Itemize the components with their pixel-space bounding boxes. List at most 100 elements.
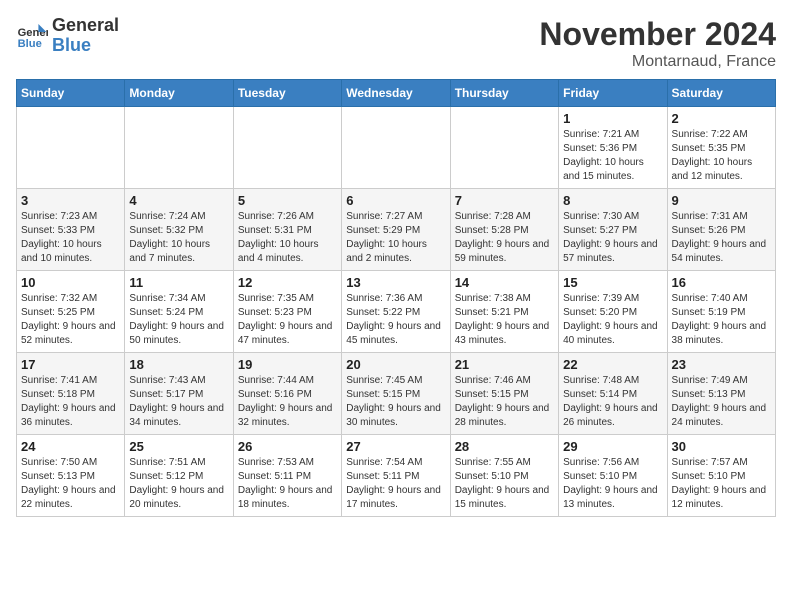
- day-number: 17: [21, 357, 120, 372]
- weekday-header-wednesday: Wednesday: [342, 80, 450, 107]
- location-subtitle: Montarnaud, France: [539, 53, 776, 71]
- day-number: 14: [455, 275, 554, 290]
- day-info: Sunrise: 7:30 AM Sunset: 5:27 PM Dayligh…: [563, 210, 662, 266]
- day-number: 18: [129, 357, 228, 372]
- logo-text: General Blue: [52, 16, 119, 56]
- day-info: Sunrise: 7:41 AM Sunset: 5:18 PM Dayligh…: [21, 374, 120, 430]
- weekday-header-monday: Monday: [125, 80, 233, 107]
- weekday-header-sunday: Sunday: [17, 80, 125, 107]
- calendar-table: SundayMondayTuesdayWednesdayThursdayFrid…: [16, 79, 776, 517]
- day-number: 4: [129, 193, 228, 208]
- day-number: 22: [563, 357, 662, 372]
- day-info: Sunrise: 7:44 AM Sunset: 5:16 PM Dayligh…: [238, 374, 337, 430]
- day-info: Sunrise: 7:45 AM Sunset: 5:15 PM Dayligh…: [346, 374, 445, 430]
- day-number: 10: [21, 275, 120, 290]
- week-row-2: 3 Sunrise: 7:23 AM Sunset: 5:33 PM Daylig…: [17, 189, 776, 271]
- week-row-4: 17 Sunrise: 7:41 AM Sunset: 5:18 PM Dayli…: [17, 353, 776, 435]
- calendar-cell: 16 Sunrise: 7:40 AM Sunset: 5:19 PM Dayli…: [667, 271, 775, 353]
- day-number: 11: [129, 275, 228, 290]
- day-number: 12: [238, 275, 337, 290]
- day-info: Sunrise: 7:46 AM Sunset: 5:15 PM Dayligh…: [455, 374, 554, 430]
- weekday-header-tuesday: Tuesday: [233, 80, 341, 107]
- day-number: 7: [455, 193, 554, 208]
- calendar-cell: 20 Sunrise: 7:45 AM Sunset: 5:15 PM Dayli…: [342, 353, 450, 435]
- calendar-cell: 18 Sunrise: 7:43 AM Sunset: 5:17 PM Dayli…: [125, 353, 233, 435]
- day-number: 2: [672, 111, 771, 126]
- day-number: 25: [129, 439, 228, 454]
- day-info: Sunrise: 7:26 AM Sunset: 5:31 PM Dayligh…: [238, 210, 337, 266]
- day-info: Sunrise: 7:53 AM Sunset: 5:11 PM Dayligh…: [238, 456, 337, 512]
- calendar-cell: 27 Sunrise: 7:54 AM Sunset: 5:11 PM Dayli…: [342, 435, 450, 517]
- day-info: Sunrise: 7:50 AM Sunset: 5:13 PM Dayligh…: [21, 456, 120, 512]
- calendar-cell: 14 Sunrise: 7:38 AM Sunset: 5:21 PM Dayli…: [450, 271, 558, 353]
- day-number: 6: [346, 193, 445, 208]
- calendar-cell: 25Sunrise: 7:51 AM Sunset: 5:12 PM Dayli…: [125, 435, 233, 517]
- day-info: Sunrise: 7:56 AM Sunset: 5:10 PM Dayligh…: [563, 456, 662, 512]
- calendar-cell: 19 Sunrise: 7:44 AM Sunset: 5:16 PM Dayli…: [233, 353, 341, 435]
- day-info: Sunrise: 7:36 AM Sunset: 5:22 PM Dayligh…: [346, 292, 445, 348]
- day-number: 5: [238, 193, 337, 208]
- day-info: Sunrise: 7:40 AM Sunset: 5:19 PM Dayligh…: [672, 292, 771, 348]
- weekday-header-row: SundayMondayTuesdayWednesdayThursdayFrid…: [17, 80, 776, 107]
- day-info: Sunrise: 7:43 AM Sunset: 5:17 PM Dayligh…: [129, 374, 228, 430]
- calendar-cell: 29Sunrise: 7:56 AM Sunset: 5:10 PM Dayli…: [559, 435, 667, 517]
- calendar-cell: [450, 107, 558, 189]
- day-info: Sunrise: 7:22 AM Sunset: 5:35 PM Dayligh…: [672, 128, 771, 184]
- day-info: Sunrise: 7:57 AM Sunset: 5:10 PM Dayligh…: [672, 456, 771, 512]
- day-number: 21: [455, 357, 554, 372]
- day-info: Sunrise: 7:32 AM Sunset: 5:25 PM Dayligh…: [21, 292, 120, 348]
- svg-text:General: General: [18, 27, 48, 39]
- day-info: Sunrise: 7:21 AM Sunset: 5:36 PM Dayligh…: [563, 128, 662, 184]
- logo-icon: General Blue: [16, 20, 48, 52]
- calendar-cell: 2 Sunrise: 7:22 AM Sunset: 5:35 PM Daylig…: [667, 107, 775, 189]
- day-number: 8: [563, 193, 662, 208]
- calendar-cell: 17 Sunrise: 7:41 AM Sunset: 5:18 PM Dayli…: [17, 353, 125, 435]
- logo-line1: General: [52, 16, 119, 36]
- day-info: Sunrise: 7:23 AM Sunset: 5:33 PM Dayligh…: [21, 210, 120, 266]
- day-number: 27: [346, 439, 445, 454]
- logo-line2: Blue: [52, 35, 91, 55]
- calendar-cell: 5 Sunrise: 7:26 AM Sunset: 5:31 PM Daylig…: [233, 189, 341, 271]
- weekday-header-friday: Friday: [559, 80, 667, 107]
- day-info: Sunrise: 7:28 AM Sunset: 5:28 PM Dayligh…: [455, 210, 554, 266]
- day-number: 15: [563, 275, 662, 290]
- calendar-cell: 13Sunrise: 7:36 AM Sunset: 5:22 PM Dayli…: [342, 271, 450, 353]
- day-info: Sunrise: 7:35 AM Sunset: 5:23 PM Dayligh…: [238, 292, 337, 348]
- day-number: 3: [21, 193, 120, 208]
- calendar-cell: 30Sunrise: 7:57 AM Sunset: 5:10 PM Dayli…: [667, 435, 775, 517]
- calendar-cell: 24Sunrise: 7:50 AM Sunset: 5:13 PM Dayli…: [17, 435, 125, 517]
- day-number: 23: [672, 357, 771, 372]
- calendar-cell: [342, 107, 450, 189]
- calendar-cell: 12 Sunrise: 7:35 AM Sunset: 5:23 PM Dayli…: [233, 271, 341, 353]
- day-info: Sunrise: 7:27 AM Sunset: 5:29 PM Dayligh…: [346, 210, 445, 266]
- day-info: Sunrise: 7:55 AM Sunset: 5:10 PM Dayligh…: [455, 456, 554, 512]
- day-number: 26: [238, 439, 337, 454]
- calendar-cell: 10 Sunrise: 7:32 AM Sunset: 5:25 PM Dayli…: [17, 271, 125, 353]
- calendar-cell: [233, 107, 341, 189]
- weekday-header-saturday: Saturday: [667, 80, 775, 107]
- day-number: 19: [238, 357, 337, 372]
- day-number: 1: [563, 111, 662, 126]
- calendar-cell: 11Sunrise: 7:34 AM Sunset: 5:24 PM Dayli…: [125, 271, 233, 353]
- svg-text:Blue: Blue: [18, 38, 42, 50]
- calendar-cell: 26 Sunrise: 7:53 AM Sunset: 5:11 PM Dayli…: [233, 435, 341, 517]
- weekday-header-thursday: Thursday: [450, 80, 558, 107]
- header: General Blue General Blue November 2024 …: [16, 16, 776, 71]
- calendar-cell: 22 Sunrise: 7:48 AM Sunset: 5:14 PM Dayli…: [559, 353, 667, 435]
- day-info: Sunrise: 7:39 AM Sunset: 5:20 PM Dayligh…: [563, 292, 662, 348]
- calendar-cell: 7 Sunrise: 7:28 AM Sunset: 5:28 PM Daylig…: [450, 189, 558, 271]
- day-info: Sunrise: 7:38 AM Sunset: 5:21 PM Dayligh…: [455, 292, 554, 348]
- day-number: 20: [346, 357, 445, 372]
- calendar-cell: 21 Sunrise: 7:46 AM Sunset: 5:15 PM Dayli…: [450, 353, 558, 435]
- calendar-cell: [125, 107, 233, 189]
- day-info: Sunrise: 7:49 AM Sunset: 5:13 PM Dayligh…: [672, 374, 771, 430]
- calendar-cell: 1 Sunrise: 7:21 AM Sunset: 5:36 PM Daylig…: [559, 107, 667, 189]
- calendar-cell: 28 Sunrise: 7:55 AM Sunset: 5:10 PM Dayli…: [450, 435, 558, 517]
- day-number: 28: [455, 439, 554, 454]
- calendar-cell: [17, 107, 125, 189]
- calendar-cell: 4 Sunrise: 7:24 AM Sunset: 5:32 PM Daylig…: [125, 189, 233, 271]
- day-info: Sunrise: 7:54 AM Sunset: 5:11 PM Dayligh…: [346, 456, 445, 512]
- day-number: 16: [672, 275, 771, 290]
- day-info: Sunrise: 7:24 AM Sunset: 5:32 PM Dayligh…: [129, 210, 228, 266]
- day-info: Sunrise: 7:48 AM Sunset: 5:14 PM Dayligh…: [563, 374, 662, 430]
